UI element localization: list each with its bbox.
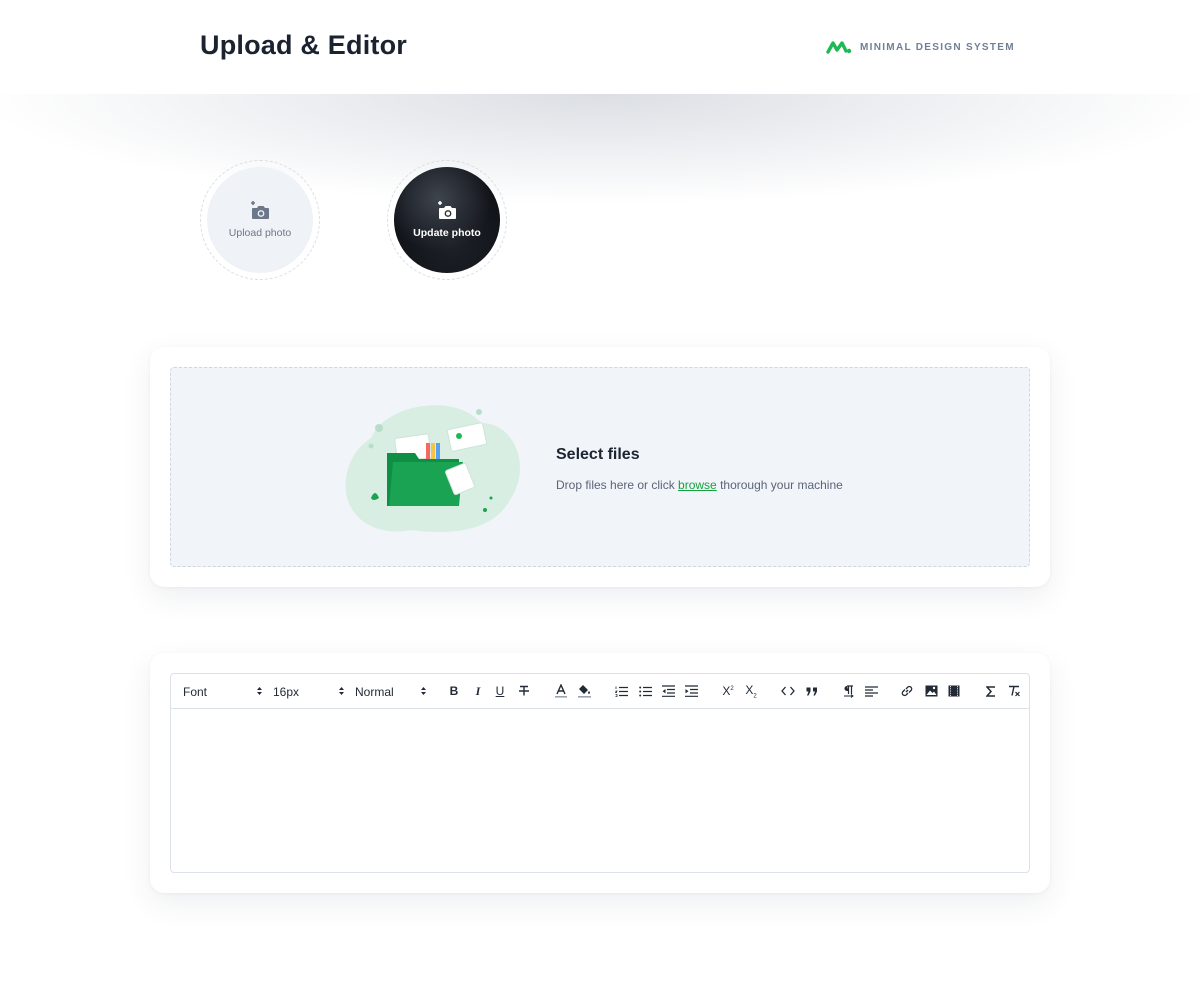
- text-style-select[interactable]: Normal: [355, 674, 427, 709]
- select-arrows-icon: [421, 687, 426, 695]
- code-icon: [781, 686, 795, 696]
- text-color-icon: [555, 684, 567, 698]
- paint-bucket-icon: [577, 685, 591, 698]
- dropzone-title: Select files: [556, 446, 640, 463]
- paragraph-direction-icon: [843, 684, 854, 698]
- bold-button[interactable]: B: [445, 682, 463, 700]
- ordered-list-button[interactable]: [612, 682, 630, 700]
- header-shadow: [0, 94, 1200, 234]
- text-style-value: Normal: [355, 684, 394, 699]
- bold-icon: B: [449, 684, 459, 698]
- rich-text-editor-card: Font 16px Normal B I U X2 X2: [150, 653, 1050, 893]
- underline-icon: U: [495, 684, 505, 698]
- update-photo-ring: Update photo: [387, 160, 507, 280]
- brand-logo-icon: [826, 41, 852, 54]
- formula-button[interactable]: [982, 682, 1000, 700]
- dropzone-text-after: thorough your machine: [716, 478, 843, 492]
- update-photo-label: Update photo: [413, 227, 481, 239]
- underline-button[interactable]: U: [491, 682, 509, 700]
- top-header: Upload & Editor MINIMAL DESIGN SYSTEM: [0, 0, 1200, 94]
- font-family-value: Font: [183, 684, 208, 699]
- insert-image-button[interactable]: [922, 682, 940, 700]
- text-direction-button[interactable]: [839, 682, 857, 700]
- align-left-button[interactable]: [862, 682, 880, 700]
- rich-text-editor: Font 16px Normal B I U X2 X2: [170, 673, 1030, 873]
- clear-format-icon: [1008, 685, 1020, 697]
- ordered-list-icon: [614, 686, 628, 697]
- subscript-icon: X2: [745, 682, 757, 700]
- text-color-button[interactable]: [552, 682, 570, 700]
- superscript-icon: X2: [722, 684, 734, 698]
- upload-photo-label: Upload photo: [228, 227, 292, 239]
- font-size-value: 16px: [273, 684, 300, 699]
- clear-formatting-button[interactable]: [1005, 682, 1023, 700]
- select-arrows-icon: [257, 687, 262, 695]
- highlight-button[interactable]: [575, 682, 593, 700]
- camera-plus-icon: [251, 201, 269, 219]
- blockquote-button[interactable]: [803, 682, 821, 700]
- image-icon: [925, 685, 937, 697]
- indent-button[interactable]: [682, 682, 700, 700]
- video-icon: [948, 685, 960, 697]
- indent-icon: [684, 685, 698, 697]
- page-title: Upload & Editor: [200, 30, 407, 60]
- font-family-select[interactable]: Font: [183, 674, 263, 709]
- italic-button[interactable]: I: [469, 682, 487, 700]
- sigma-icon: [986, 685, 995, 697]
- quote-icon: [806, 687, 817, 695]
- italic-icon: I: [475, 683, 481, 698]
- brand[interactable]: MINIMAL DESIGN SYSTEM: [826, 39, 1015, 55]
- select-arrows-icon: [339, 687, 344, 695]
- bullet-list-icon: [638, 686, 652, 696]
- strikethrough-icon: [519, 685, 529, 696]
- update-photo-button[interactable]: Update photo: [394, 167, 500, 273]
- editor-toolbar: Font 16px Normal B I U X2 X2: [171, 674, 1029, 709]
- folder-illustration-icon: [345, 405, 520, 532]
- file-dropzone[interactable]: Select files Drop files here or click br…: [170, 367, 1030, 567]
- strikethrough-button[interactable]: [515, 682, 533, 700]
- subscript-button[interactable]: X2: [742, 682, 760, 700]
- code-button[interactable]: [779, 682, 797, 700]
- upload-photo-ring: Upload photo: [200, 160, 320, 280]
- editor-content-area[interactable]: [171, 709, 1029, 872]
- camera-plus-icon: [438, 201, 456, 219]
- dropzone-text-before: Drop files here or click: [556, 478, 679, 492]
- dropzone-instructions: Drop files here or click browse thorough…: [556, 478, 843, 492]
- upload-photo-button[interactable]: Upload photo: [207, 167, 313, 273]
- link-button[interactable]: [898, 682, 916, 700]
- file-upload-card: Select files Drop files here or click br…: [150, 347, 1050, 587]
- outdent-button[interactable]: [659, 682, 677, 700]
- bullet-list-button[interactable]: [636, 682, 654, 700]
- font-size-select[interactable]: 16px: [273, 674, 345, 709]
- outdent-icon: [661, 685, 675, 697]
- browse-link[interactable]: browse: [678, 478, 717, 492]
- superscript-button[interactable]: X2: [719, 682, 737, 700]
- insert-video-button[interactable]: [945, 682, 963, 700]
- brand-name: MINIMAL DESIGN SYSTEM: [860, 41, 1015, 53]
- link-icon: [901, 685, 913, 697]
- align-left-icon: [864, 685, 878, 697]
